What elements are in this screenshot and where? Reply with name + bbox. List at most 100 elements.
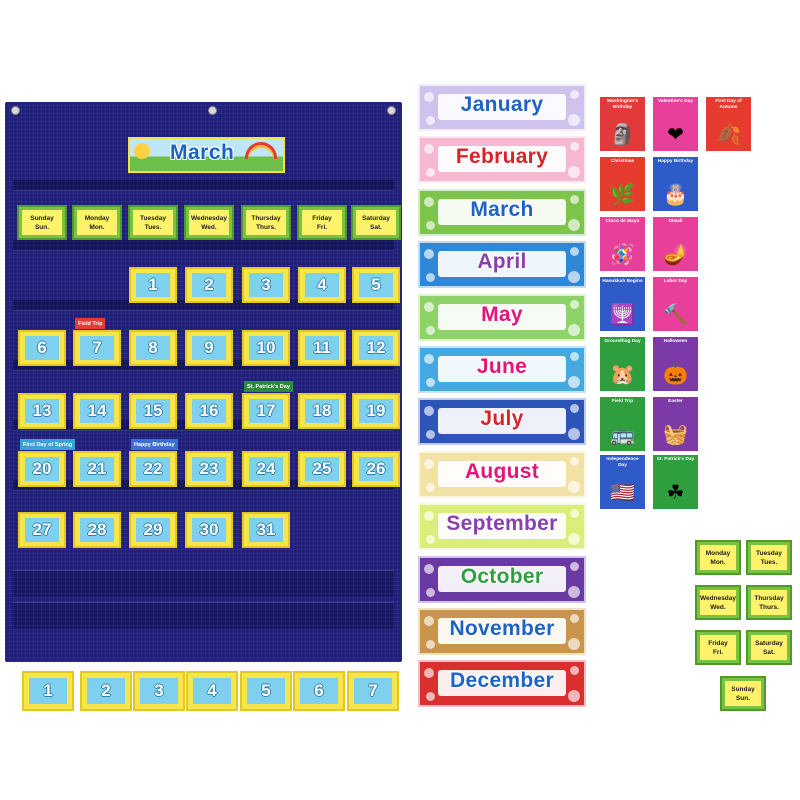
holiday-card[interactable]: Halloween 🎃 xyxy=(653,337,698,391)
loose-weekday-card[interactable]: Tuesday Tues. xyxy=(746,540,792,575)
date-card[interactable]: 6 xyxy=(18,330,66,366)
date-number: 22 xyxy=(143,459,163,478)
event-tag[interactable]: Field Trip xyxy=(75,318,106,329)
day-header-card[interactable]: Saturday Sat. xyxy=(351,205,401,240)
date-card[interactable]: 14 xyxy=(73,393,121,429)
loose-weekday-card[interactable]: Friday Fri. xyxy=(695,630,741,665)
holiday-card[interactable]: Labor Day 🔨 xyxy=(653,277,698,331)
date-card[interactable]: 24 xyxy=(242,451,290,487)
loose-weekday-card[interactable]: Thursday Thurs. xyxy=(746,585,792,620)
loose-weekday-card[interactable]: Wednesday Wed. xyxy=(695,585,741,620)
holiday-card[interactable]: Happy Birthday 🎂 xyxy=(653,157,698,211)
loose-number-card[interactable]: 4 xyxy=(186,671,238,711)
loose-weekday-card[interactable]: Saturday Sat. xyxy=(746,630,792,665)
day-header-card[interactable]: Sunday Sun. xyxy=(17,205,67,240)
date-card[interactable]: 15 xyxy=(129,393,177,429)
date-card[interactable]: 17 xyxy=(242,393,290,429)
month-strip-february[interactable]: February xyxy=(418,136,586,184)
pocket-chart xyxy=(5,102,402,662)
holiday-icon: 🎃 xyxy=(663,364,688,386)
day-header-card[interactable]: Tuesday Tues. xyxy=(128,205,178,240)
date-card[interactable]: 3 xyxy=(242,267,290,303)
day-header-full: Tuesday xyxy=(140,214,166,222)
month-strip-november[interactable]: November xyxy=(418,608,586,655)
date-card[interactable]: 9 xyxy=(185,330,233,366)
date-card-face: 23 xyxy=(192,457,226,481)
date-card[interactable]: 20 xyxy=(18,451,66,487)
holiday-card[interactable]: Easter 🧺 xyxy=(653,397,698,451)
holiday-card[interactable]: Washington's Birthday 🗿 xyxy=(600,97,645,151)
holiday-card[interactable]: First Day of Autumn 🍂 xyxy=(706,97,751,151)
date-card[interactable]: 31 xyxy=(242,512,290,548)
loose-number-card[interactable]: 6 xyxy=(293,671,345,711)
date-card[interactable]: 1 xyxy=(129,267,177,303)
date-card[interactable]: 10 xyxy=(242,330,290,366)
date-card[interactable]: 18 xyxy=(298,393,346,429)
date-card[interactable]: 30 xyxy=(185,512,233,548)
date-card[interactable]: 13 xyxy=(18,393,66,429)
loose-weekday-card[interactable]: Sunday Sun. xyxy=(720,676,766,711)
month-strip-june[interactable]: June xyxy=(418,346,586,393)
loose-card-face: 6 xyxy=(300,678,338,704)
date-card[interactable]: 26 xyxy=(352,451,400,487)
month-strip-october[interactable]: October xyxy=(418,555,586,603)
loose-number-card[interactable]: 3 xyxy=(133,671,185,711)
date-card[interactable]: 16 xyxy=(185,393,233,429)
month-header-card[interactable]: March xyxy=(128,137,285,173)
date-number: 26 xyxy=(366,459,386,478)
loose-number-card[interactable]: 7 xyxy=(347,671,399,711)
loose-number-card[interactable]: 2 xyxy=(80,671,132,711)
holiday-card[interactable]: Cinco de Mayo 🪅 xyxy=(600,217,645,271)
date-card[interactable]: 29 xyxy=(129,512,177,548)
weekday-card-face: Friday Fri. xyxy=(700,635,736,660)
day-header-card[interactable]: Friday Fri. xyxy=(297,205,347,240)
month-strip-april[interactable]: April xyxy=(418,241,586,289)
day-header-card[interactable]: Monday Mon. xyxy=(72,205,122,240)
holiday-card[interactable]: Field Trip 🚌 xyxy=(600,397,645,451)
date-card[interactable]: 23 xyxy=(185,451,233,487)
holiday-card[interactable]: Hanukkah Begins 🕎 xyxy=(600,277,645,331)
day-header-card[interactable]: Wednesday Wed. xyxy=(184,205,234,240)
event-tag[interactable]: St. Patrick's Day xyxy=(244,381,293,392)
date-card[interactable]: 25 xyxy=(298,451,346,487)
date-card[interactable]: 12 xyxy=(352,330,400,366)
event-tag[interactable]: Happy Birthday xyxy=(131,439,178,450)
loose-number: 6 xyxy=(314,681,324,700)
date-card[interactable]: 21 xyxy=(73,451,121,487)
month-strip-may[interactable]: May xyxy=(418,293,586,341)
month-strip-september[interactable]: September xyxy=(418,503,586,551)
holiday-card[interactable]: Diwali 🪔 xyxy=(653,217,698,271)
date-card[interactable]: 28 xyxy=(73,512,121,548)
month-strip-march[interactable]: March xyxy=(418,188,586,236)
date-card-face: 13 xyxy=(25,399,59,423)
day-header-card[interactable]: Thursday Thurs. xyxy=(241,205,291,240)
date-card[interactable]: 11 xyxy=(298,330,346,366)
holiday-card[interactable]: Groundhog Day 🐹 xyxy=(600,337,645,391)
holiday-card[interactable]: Christmas 🌿 xyxy=(600,157,645,211)
holiday-icon: 🪅 xyxy=(610,244,635,266)
holiday-card[interactable]: Valentine's Day ❤ xyxy=(653,97,698,151)
date-card[interactable]: 7 xyxy=(73,330,121,366)
month-strip-august[interactable]: August xyxy=(418,450,586,498)
loose-number-card[interactable]: 1 xyxy=(22,671,74,711)
date-card-face: 19 xyxy=(359,399,393,423)
date-card[interactable]: 4 xyxy=(298,267,346,303)
date-card-face: 26 xyxy=(359,457,393,481)
date-card[interactable]: 8 xyxy=(129,330,177,366)
event-tag[interactable]: First Day of Spring xyxy=(20,439,76,450)
date-card[interactable]: 22 xyxy=(129,451,177,487)
loose-weekday-card[interactable]: Monday Mon. xyxy=(695,540,741,575)
holiday-card[interactable]: Independence Day 🇺🇸 xyxy=(600,455,645,509)
holiday-card-label: Diwali xyxy=(668,219,683,224)
date-card[interactable]: 2 xyxy=(185,267,233,303)
date-card[interactable]: 5 xyxy=(352,267,400,303)
holiday-icon: 🗿 xyxy=(610,124,635,146)
month-strip-january[interactable]: January xyxy=(418,84,586,131)
loose-number-card[interactable]: 5 xyxy=(240,671,292,711)
day-header-face: Tuesday Tues. xyxy=(133,210,173,235)
month-strip-july[interactable]: July xyxy=(418,398,586,446)
holiday-card[interactable]: St. Patrick's Day ☘ xyxy=(653,455,698,509)
month-strip-december[interactable]: December xyxy=(418,660,586,708)
date-card[interactable]: 19 xyxy=(352,393,400,429)
date-card[interactable]: 27 xyxy=(18,512,66,548)
